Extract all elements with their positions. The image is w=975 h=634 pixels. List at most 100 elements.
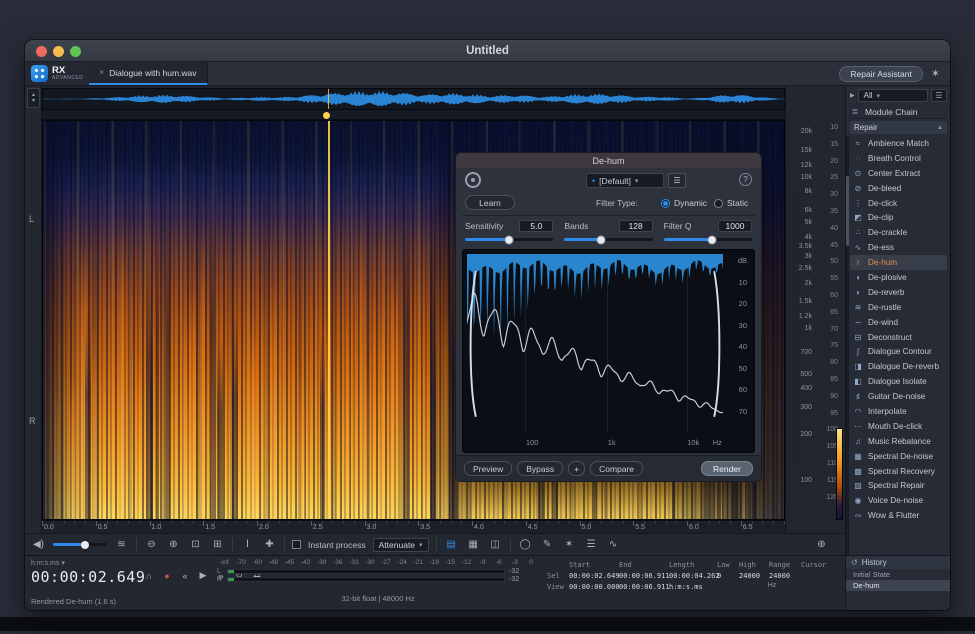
module-item-spectral-repair[interactable]: ▨Spectral Repair — [850, 478, 947, 493]
module-item-dialogue-isolate[interactable]: ◧Dialogue Isolate — [850, 374, 947, 389]
zoom-selection-icon[interactable]: ⊡ — [188, 540, 203, 550]
module-chain-item[interactable]: ≣ Module Chain — [850, 105, 947, 119]
time-select-tool-icon[interactable]: Ⅰ — [240, 540, 255, 550]
magic-wand-tool-icon[interactable]: ✶ — [562, 540, 577, 550]
zoom-out-icon[interactable]: ⊖ — [144, 540, 159, 550]
module-item-de-bleed[interactable]: ⊘De-bleed — [850, 181, 947, 196]
module-item-deconstruct[interactable]: ⊟Deconstruct — [850, 330, 947, 345]
module-item-dialogue-contour[interactable]: ∫Dialogue Contour — [850, 344, 947, 359]
sel-start-value[interactable]: 00:00:02.649 — [569, 572, 619, 580]
bypass-button[interactable]: Bypass — [517, 461, 563, 476]
param-slider[interactable] — [465, 238, 553, 241]
module-item-de-plosive[interactable]: ◖De-plosive — [850, 270, 947, 285]
preview-button[interactable]: Preview — [464, 461, 512, 476]
param-value-box[interactable]: 5.0 — [519, 220, 553, 232]
radio-static-icon[interactable] — [714, 199, 723, 208]
module-filter-dropdown[interactable]: All ▾ — [858, 89, 928, 102]
module-item-de-clip[interactable]: ◩De-clip — [850, 210, 947, 225]
module-item-de-reverb[interactable]: ◗De-reverb — [850, 285, 947, 300]
monitor-output-icon[interactable]: ∩ — [143, 571, 155, 581]
filter-type-dynamic[interactable]: Dynamic — [661, 198, 707, 208]
module-item-music-rebalance[interactable]: ♫Music Rebalance — [850, 434, 947, 449]
learn-button[interactable]: Learn — [465, 195, 515, 210]
slider-knob[interactable] — [597, 235, 606, 244]
find-similar-icon[interactable]: ⊕ — [814, 540, 829, 550]
filter-type-static[interactable]: Static — [714, 198, 748, 208]
radio-dynamic-icon[interactable] — [661, 199, 670, 208]
slider-knob[interactable] — [505, 235, 514, 244]
module-item-de-wind[interactable]: ∽De-wind — [850, 315, 947, 330]
zoom-window-button[interactable] — [70, 46, 81, 57]
lasso-tool-icon[interactable]: ◯ — [518, 540, 533, 550]
list-tool-icon[interactable]: ☰ — [584, 540, 599, 550]
process-mode-dropdown[interactable]: Attenuate ▾ — [373, 538, 429, 552]
view-spectrogram-icon[interactable]: ▦ — [466, 540, 481, 550]
help-button[interactable]: ? — [739, 173, 752, 186]
record-button[interactable]: ● — [161, 571, 173, 581]
history-item[interactable]: Initial State — [846, 569, 950, 580]
time-unit-selector[interactable]: h:m:s.ms — [31, 560, 59, 567]
module-item-guitar-de-noise[interactable]: ♯Guitar De-noise — [850, 389, 947, 404]
module-item-de-ess[interactable]: ∿De-ess — [850, 240, 947, 255]
monitor-icon[interactable]: ≋ — [114, 540, 129, 550]
module-menu-button[interactable]: ☰ — [931, 89, 947, 102]
view-start-value[interactable]: 00:00:00.000 — [569, 583, 619, 591]
module-item-de-click[interactable]: ⋮De-click — [850, 196, 947, 211]
freq-range-value[interactable]: 24000 — [769, 572, 801, 580]
frequency-ruler[interactable]: 20k15k12k10k8k6k5k4k3.5k3k2.5k2k1.5k1.2k… — [785, 86, 845, 533]
view-unit-value[interactable]: h:m:s.ms — [669, 583, 719, 591]
volume-slider[interactable] — [53, 543, 107, 546]
module-item-spectral-de-noise[interactable]: ▦Spectral De-noise — [850, 449, 947, 464]
zoom-fit-icon[interactable]: ⊞ — [210, 540, 225, 550]
module-item-ambience-match[interactable]: ≈Ambience Match — [850, 136, 947, 151]
dehum-graph-panel[interactable]: dB10203040506070 1001k10kHz — [462, 249, 755, 453]
file-tab[interactable]: × Dialogue with hum.wav — [89, 62, 207, 85]
module-item-de-rustle[interactable]: ≋De-rustle — [850, 300, 947, 315]
view-end-value[interactable]: 00:00:06.911 — [619, 583, 669, 591]
instant-process-checkbox[interactable] — [292, 540, 301, 549]
param-value-box[interactable]: 1000 — [718, 220, 752, 232]
wave-tool-icon[interactable]: ∿ — [606, 540, 621, 550]
playhead-marker[interactable] — [323, 112, 330, 119]
module-item-de-hum[interactable]: ≀De-hum — [850, 255, 947, 270]
history-item[interactable]: De-hum — [846, 580, 950, 591]
repair-section-header[interactable]: Repair ▲ — [850, 121, 947, 134]
panel-collapse-icon[interactable]: ▶ — [850, 92, 855, 99]
waveform-overview[interactable] — [42, 88, 785, 110]
module-item-spectral-recovery[interactable]: ▩Spectral Recovery — [850, 464, 947, 479]
freq-high-value[interactable]: 24000 — [739, 572, 769, 580]
render-button[interactable]: Render — [701, 461, 753, 476]
add-preview-button[interactable]: + — [568, 461, 585, 476]
compare-button[interactable]: Compare — [590, 461, 643, 476]
module-item-interpolate[interactable]: ◠Interpolate — [850, 404, 947, 419]
move-tool-icon[interactable]: ✚ — [262, 540, 277, 550]
brush-tool-icon[interactable]: ✎ — [540, 540, 555, 550]
zoom-in-icon[interactable]: ⊕ — [166, 540, 181, 550]
repair-assistant-button[interactable]: Repair Assistant — [839, 66, 922, 82]
sel-end-value[interactable]: 00:00:06.911 — [619, 572, 669, 580]
play-button[interactable]: ▶ — [197, 570, 209, 581]
close-tab-icon[interactable]: × — [99, 68, 104, 77]
marker-ruler[interactable] — [42, 110, 785, 120]
module-item-breath-control[interactable]: ◌Breath Control — [850, 151, 947, 166]
param-slider[interactable] — [664, 238, 752, 241]
close-window-button[interactable] — [36, 46, 47, 57]
playhead[interactable] — [328, 121, 330, 519]
preset-menu-button[interactable]: ☰ — [668, 173, 686, 188]
module-item-center-extract[interactable]: ⊙Center Extract — [850, 166, 947, 181]
skip-back-button[interactable]: « — [179, 571, 191, 581]
view-waveform-icon[interactable]: ◫ — [488, 540, 503, 550]
preset-dropdown[interactable]: • [Default] ▾ — [586, 173, 664, 188]
module-item-mouth-de-click[interactable]: ⋯Mouth De-click — [850, 419, 947, 434]
repair-assistant-icon[interactable]: ✶ — [931, 67, 940, 80]
module-item-voice-de-noise[interactable]: ◉Voice De-noise — [850, 493, 947, 508]
vertical-zoom-control[interactable]: ▴ ▾ — [27, 88, 40, 108]
sel-length-value[interactable]: 00:00:04.262 — [669, 572, 719, 580]
param-slider[interactable] — [564, 238, 652, 241]
dehum-dialog-title[interactable]: De-hum — [456, 153, 761, 168]
spectrogram-color-legend[interactable] — [836, 428, 843, 520]
slider-knob[interactable] — [708, 235, 717, 244]
module-item-de-crackle[interactable]: ∴De-crackle — [850, 225, 947, 240]
time-readout[interactable]: h:m:s.ms ▾ 00:00:02.649 — [31, 559, 145, 586]
freq-low-value[interactable]: 0 — [717, 572, 739, 580]
